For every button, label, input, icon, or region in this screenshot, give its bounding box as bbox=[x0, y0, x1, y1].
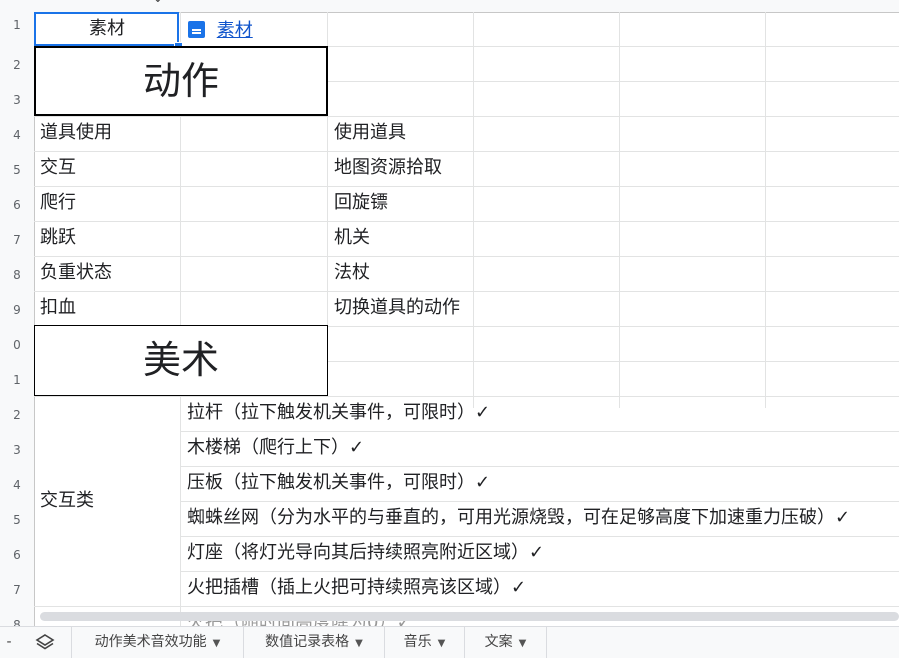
sheet-tab[interactable]: 动作美术音效功能 ▼ bbox=[72, 627, 244, 658]
row-number[interactable]: 3 bbox=[0, 93, 34, 107]
column-dropdown-arrow[interactable]: ⌄ bbox=[152, 0, 164, 6]
sheet-tab-label: 文案 bbox=[484, 634, 513, 650]
cell-selection-border bbox=[34, 12, 179, 46]
row-number[interactable]: 1 bbox=[0, 373, 34, 387]
add-sheet-button[interactable]: - bbox=[0, 627, 18, 658]
row-number[interactable]: 6 bbox=[0, 548, 34, 562]
row-number[interactable]: 5 bbox=[0, 513, 34, 527]
action-left-cell[interactable]: 爬行 bbox=[40, 186, 76, 220]
sheet-tab[interactable]: 数值记录表格 ▼ bbox=[244, 627, 385, 658]
layers-icon bbox=[34, 634, 55, 650]
spreadsheet-grid[interactable]: ⌄ 1 2 3 4 5 6 7 8 9 0 1 2 3 4 5 6 7 8 bbox=[0, 0, 899, 626]
interact-item-cell[interactable]: 压板（拉下触发机关事件，可限时）✓ bbox=[187, 466, 490, 500]
sheet-tab[interactable]: 音乐 ▼ bbox=[385, 627, 465, 658]
row-number[interactable]: 3 bbox=[0, 443, 34, 457]
sheet-tab-bar: - 动作美术音效功能 ▼ 数值记录表格 ▼ 音乐 ▼ 文案 ▼ bbox=[0, 626, 899, 658]
row-number[interactable]: 4 bbox=[0, 128, 34, 142]
row-number[interactable]: 2 bbox=[0, 408, 34, 422]
action-right-cell[interactable]: 切换道具的动作 bbox=[334, 291, 460, 325]
action-left-cell[interactable]: 跳跃 bbox=[40, 221, 76, 255]
horizontal-scrollbar[interactable] bbox=[40, 612, 899, 621]
tab-menu-caret[interactable]: ▼ bbox=[438, 638, 446, 649]
action-left-cell[interactable]: 交互 bbox=[40, 151, 76, 185]
action-right-cell[interactable]: 地图资源拾取 bbox=[334, 151, 442, 185]
row-number[interactable]: 2 bbox=[0, 58, 34, 72]
section-title-action[interactable]: 动作 bbox=[34, 46, 328, 116]
interact-category-cell[interactable]: 交互类 bbox=[40, 484, 94, 518]
action-left-cell[interactable]: 扣血 bbox=[40, 291, 76, 325]
row-number[interactable]: 7 bbox=[0, 583, 34, 597]
action-left-cell[interactable]: 道具使用 bbox=[40, 116, 112, 150]
sheet-tab[interactable]: 文案 ▼ bbox=[465, 627, 547, 658]
row-number[interactable]: 8 bbox=[0, 268, 34, 282]
row-number[interactable]: 8 bbox=[0, 618, 34, 626]
sheet-tab-label: 数值记录表格 bbox=[265, 634, 350, 650]
cell-b1[interactable]: 素材 bbox=[188, 14, 253, 48]
interact-item-cell[interactable]: 灯座（将灯光导向其后持续照亮附近区域）✓ bbox=[187, 536, 544, 570]
action-right-cell[interactable]: 使用道具 bbox=[334, 116, 406, 150]
sheet-tab-label: 动作美术音效功能 bbox=[94, 634, 207, 650]
row-number[interactable]: 6 bbox=[0, 198, 34, 212]
row-number[interactable]: 7 bbox=[0, 233, 34, 247]
sheet-tab-label: 音乐 bbox=[403, 634, 432, 650]
row-number[interactable]: 4 bbox=[0, 478, 34, 492]
sheet-doc-icon bbox=[188, 21, 205, 38]
action-right-cell[interactable]: 法杖 bbox=[334, 256, 370, 290]
action-right-cell[interactable]: 回旋镖 bbox=[334, 186, 388, 220]
action-left-cell[interactable]: 负重状态 bbox=[40, 256, 112, 290]
sheet-link[interactable]: 素材 bbox=[217, 20, 253, 41]
interact-item-cell[interactable]: 拉杆（拉下触发机关事件，可限时）✓ bbox=[187, 396, 490, 430]
interact-item-cell[interactable]: 木楼梯（爬行上下）✓ bbox=[187, 431, 364, 465]
tab-menu-caret[interactable]: ▼ bbox=[213, 638, 221, 649]
section-title-art[interactable]: 美术 bbox=[34, 325, 328, 396]
tab-menu-caret[interactable]: ▼ bbox=[355, 638, 363, 649]
row-number[interactable]: 5 bbox=[0, 163, 34, 177]
action-right-cell[interactable]: 机关 bbox=[334, 221, 370, 255]
interact-item-cell[interactable]: 火把插槽（插上火把可持续照亮该区域）✓ bbox=[187, 571, 526, 605]
tab-menu-caret[interactable]: ▼ bbox=[519, 638, 527, 649]
row-number[interactable]: 1 bbox=[0, 18, 34, 32]
row-header-bar: 1 2 3 4 5 6 7 8 9 0 1 2 3 4 5 6 7 8 bbox=[0, 12, 35, 626]
row-number[interactable]: 9 bbox=[0, 303, 34, 317]
row-number[interactable]: 0 bbox=[0, 338, 34, 352]
interact-item-cell[interactable]: 蜘蛛丝网（分为水平的与垂直的，可用光源烧毁，可在足够高度下加速重力压破）✓ bbox=[187, 501, 850, 535]
all-sheets-button[interactable] bbox=[18, 627, 72, 658]
